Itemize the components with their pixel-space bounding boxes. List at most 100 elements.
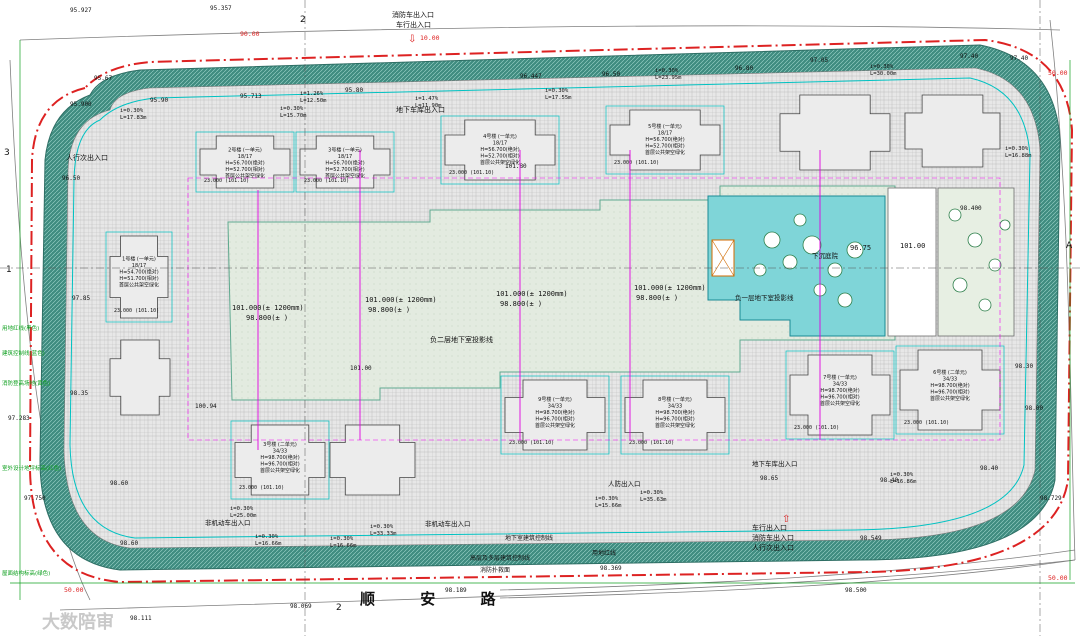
building-label: 9号楼 (一单元) [538, 396, 572, 403]
level-callout: 98.111 [130, 615, 152, 622]
level-callout: 96.50 [602, 71, 620, 78]
svg-text:用地红线: 用地红线 [592, 549, 616, 557]
building-label: H=98.700(绝对) [535, 409, 574, 416]
svg-text:3: 3 [4, 148, 10, 158]
garage-projection-label: 负二层地下室投影线 [430, 335, 493, 344]
level-callout: 95.67 [94, 75, 112, 82]
unit-floor-level: 23.000 (101.10) [629, 440, 674, 446]
level-callout: 97.40 [1010, 55, 1028, 62]
slope-callout: i=0.30% [640, 490, 664, 496]
building-label: 34/33 [273, 449, 287, 455]
unit-floor-level: 23.000 (101.10) [204, 178, 249, 184]
civil-defense-label: 人防出入口 [608, 479, 641, 488]
road-label: 顺 安 路 [360, 590, 515, 608]
level-callout: 97.283 [8, 415, 30, 422]
svg-text:高层及多层建筑控制线: 高层及多层建筑控制线 [470, 554, 530, 562]
building-label: H=98.700(绝对) [260, 454, 299, 461]
level-callout: 98.60 [110, 480, 128, 487]
level-callout: 97.750 [24, 495, 46, 502]
level-callout: 96.50 [62, 175, 80, 182]
building-label: H=96.700(相对) [930, 389, 969, 396]
building-label: H=96.700(相对) [820, 394, 859, 401]
level-callout: 95.80 [345, 87, 363, 94]
level-callout: 98.60 [120, 540, 138, 547]
level-callout: 98.069 [290, 603, 312, 610]
building-label: H=54.700(绝对) [119, 269, 158, 276]
building-label: 34/33 [668, 404, 682, 410]
slope-callout: L=12.50m [300, 98, 327, 104]
building-label: 34/33 [548, 404, 562, 410]
unit-floor-level: 23.000 (101.10) [794, 425, 839, 431]
level-callout: 98.369 [600, 565, 622, 572]
unit-floor-level: 23.000 (101.10) [509, 440, 554, 446]
unit-floor-level: 23.000 (101.10) [114, 308, 159, 314]
svg-text:2: 2 [300, 15, 306, 25]
svg-text:消防登高场地(黄色): 消防登高场地(黄色) [2, 379, 50, 387]
level-callout: 98.549 [860, 535, 882, 542]
level-callout: 100.94 [195, 403, 217, 410]
slope-callout: L=17.83m [120, 115, 147, 121]
building-label: H=98.700(绝对) [930, 382, 969, 389]
building-label: H=98.700(绝对) [655, 409, 694, 416]
building-label: 首层公共架空绿化 [930, 395, 970, 402]
level-callout: 96.80 [735, 65, 753, 72]
garage-entrance-north: 地下车库出入口 [396, 105, 445, 114]
slope-callout: L=15.70m [280, 113, 307, 119]
building-label: 7号楼 (一单元) [823, 374, 857, 381]
building-label: H=52.700(相对) [225, 166, 264, 173]
building-label: H=56.700(绝对) [225, 160, 264, 167]
level-callout: 98.30 [1015, 363, 1033, 370]
slope-callout: L=16.88m [1005, 153, 1032, 159]
level-callout: 98.500 [845, 587, 867, 594]
south-bike-label: 非机动车出入口 [205, 518, 251, 527]
east-level: 101.00 [900, 242, 925, 250]
building-label: 首层公共架空绿化 [655, 422, 695, 429]
slope-callout: i=0.30% [595, 496, 619, 502]
level-callout: 101.80 [505, 163, 527, 170]
svg-text:98.800(± ): 98.800(± ) [636, 294, 678, 302]
level-callout: 98.729 [1040, 495, 1062, 502]
building-label: H=51.700(相对) [119, 275, 158, 282]
building-label: 3号楼 (一单元) [328, 147, 362, 154]
svg-text:98.800(± ): 98.800(± ) [500, 300, 542, 308]
unit-floor-level: 23.000 (101.10) [449, 170, 494, 176]
building-label: 18/17 [493, 141, 507, 147]
building-label: 34/33 [943, 377, 957, 383]
building-label: 8号楼 (一单元) [658, 396, 692, 403]
building-label: 5号楼 (一单元) [648, 123, 682, 130]
svg-text:A: A [1066, 241, 1073, 251]
level-callout: 95.713 [240, 93, 262, 100]
south-entrance-label-3: 人行次出入口 [752, 543, 794, 552]
building-label: H=56.700(绝对) [645, 136, 684, 143]
slope-callout: i=0.30% [370, 524, 394, 530]
level-callout: 95.357 [210, 5, 232, 12]
east-podium [887, 187, 937, 337]
svg-text:1: 1 [6, 265, 12, 275]
svg-text:90.00: 90.00 [240, 30, 260, 38]
level-callout: 101.00 [350, 365, 372, 372]
svg-text:101.000(± 1200mm): 101.000(± 1200mm) [634, 284, 706, 292]
south-bike-label-2: 非机动车出入口 [425, 519, 471, 528]
slope-callout: i=1.26% [300, 91, 324, 97]
svg-text:50.00: 50.00 [64, 586, 84, 594]
unit-floor-level: 23.000 (101.10) [614, 160, 659, 166]
building-label: 18/17 [658, 131, 672, 137]
level-callout: 98.40 [980, 465, 998, 472]
unit-floor-level: 23.000 (101.10) [304, 178, 349, 184]
slope-callout: i=0.30% [890, 472, 914, 478]
level-callout: 98.35 [70, 390, 88, 397]
slope-callout: i=0.30% [1005, 146, 1029, 152]
slope-callout: L=30.00m [870, 71, 897, 77]
slope-callout: L=16.66m [330, 543, 357, 549]
slope-callout: i=0.30% [655, 68, 679, 74]
svg-text:10.00: 10.00 [420, 34, 440, 42]
pool-level: 96.75 [850, 244, 871, 252]
svg-text:屋面结构标高(绿色): 屋面结构标高(绿色) [2, 569, 50, 577]
building-label: 2号楼 (一单元) [228, 147, 262, 154]
building-label: 首层公共架空绿化 [119, 282, 159, 289]
slope-callout: L=23.95m [655, 75, 682, 81]
building-label: 首层公共架空绿化 [820, 400, 860, 407]
svg-text:101.000(± 1200mm): 101.000(± 1200mm) [496, 290, 568, 298]
level-callout: 97.40 [960, 53, 978, 60]
building-label: 18/17 [338, 154, 352, 160]
